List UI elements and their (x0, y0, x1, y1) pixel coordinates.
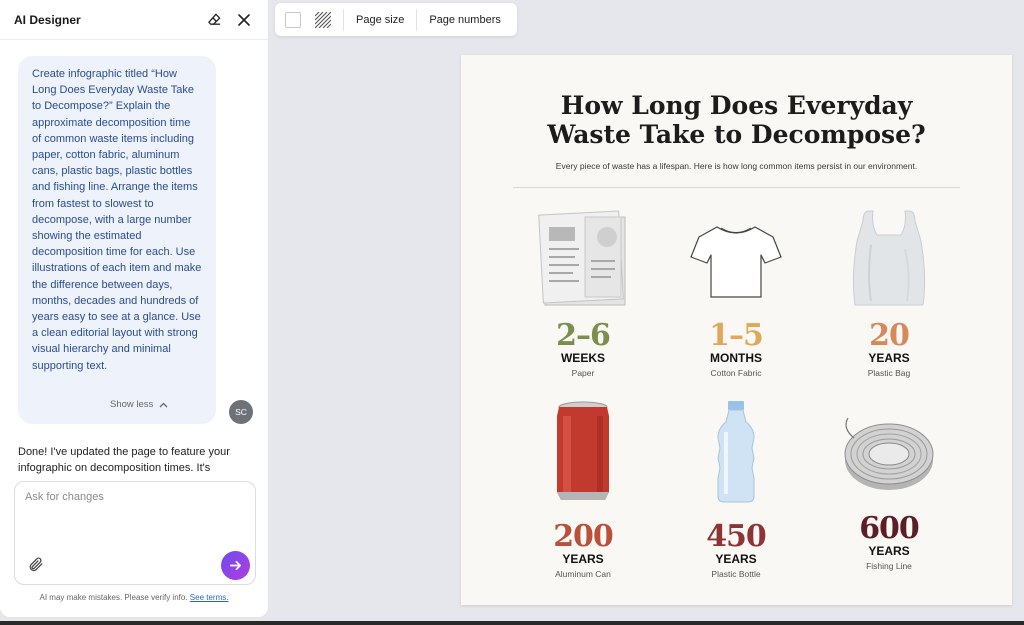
show-less-label: Show less (110, 399, 154, 410)
item-number: 1–5 (709, 318, 764, 353)
item-number: 20 (869, 318, 910, 353)
paperclip-icon[interactable] (27, 556, 45, 574)
panel-header: AI Designer (0, 0, 268, 40)
avatar: SC (229, 400, 253, 424)
infographic-page[interactable]: How Long Does Everyday Waste Take to Dec… (461, 55, 1012, 605)
chat-input[interactable] (25, 491, 245, 503)
infographic-title: How Long Does Everyday Waste Take to Dec… (547, 91, 926, 149)
user-message-text: Create infographic titled “How Long Does… (32, 68, 202, 372)
divider (513, 187, 960, 188)
page-size-button[interactable]: Page size (356, 14, 404, 26)
item-paper: 2–6 WEEKS Paper (503, 205, 663, 378)
item-label: Plastic Bottle (711, 569, 761, 579)
item-cotton-fabric: 1–5 MONTHS Cotton Fabric (656, 205, 816, 378)
user-message-bubble: Create infographic titled “How Long Does… (18, 56, 216, 424)
item-label: Aluminum Can (555, 569, 611, 579)
plastic-bag-icon (852, 210, 926, 306)
item-plastic-bag: 20 YEARS Plastic Bag (809, 205, 969, 378)
item-label: Plastic Bag (867, 368, 911, 378)
assistant-message: Done! I've updated the page to feature y… (18, 446, 230, 474)
page-numbers-button[interactable]: Page numbers (429, 14, 501, 26)
item-label: Paper (571, 368, 595, 378)
arrow-right-icon (230, 560, 241, 571)
item-number: 2–6 (556, 318, 611, 353)
see-terms-link[interactable]: See terms. (190, 593, 229, 602)
background-color-swatch[interactable] (285, 11, 301, 28)
item-number: 450 (706, 519, 767, 554)
toolbar-divider (416, 8, 418, 31)
item-unit: WEEKS (560, 351, 605, 365)
item-number: 600 (859, 511, 920, 546)
soda-can-icon (557, 401, 609, 500)
page-toolbar: Page size Page numbers (275, 3, 517, 36)
chevron-up-icon (159, 402, 168, 407)
toolbar-divider (343, 8, 344, 31)
water-bottle-icon (717, 401, 755, 503)
item-fishing-line: 600 YEARS Fishing Line (809, 398, 969, 571)
chat-input-box (14, 481, 256, 585)
item-aluminum-can: 200 YEARS Aluminum Can (503, 398, 663, 579)
ai-designer-panel: AI Designer Create infographic titled “H… (0, 0, 268, 617)
eraser-icon[interactable] (204, 10, 224, 30)
pattern-icon[interactable] (314, 11, 332, 28)
panel-title: AI Designer (14, 12, 81, 27)
disclaimer: AI may make mistakes. Please verify info… (0, 593, 268, 602)
item-number: 200 (553, 519, 614, 554)
item-unit: YEARS (715, 552, 757, 566)
item-unit: YEARS (868, 351, 910, 365)
send-button[interactable] (221, 551, 250, 580)
item-plastic-bottle: 450 YEARS Plastic Bottle (656, 398, 816, 579)
disclaimer-text: AI may make mistakes. Please verify info… (39, 593, 188, 602)
infographic-subtitle: Every piece of waste has a lifespan. Her… (555, 161, 918, 171)
item-label: Cotton Fabric (710, 368, 762, 378)
item-unit: YEARS (562, 552, 604, 566)
item-label: Fishing Line (866, 561, 912, 571)
item-unit: MONTHS (710, 351, 762, 365)
tshirt-icon (690, 226, 782, 298)
show-less-button[interactable]: Show less (110, 399, 168, 410)
item-unit: YEARS (868, 544, 910, 558)
close-icon[interactable] (234, 10, 254, 30)
bottom-edge (0, 621, 1024, 625)
fishing-line-icon (844, 417, 934, 490)
newspaper-icon (538, 210, 626, 306)
